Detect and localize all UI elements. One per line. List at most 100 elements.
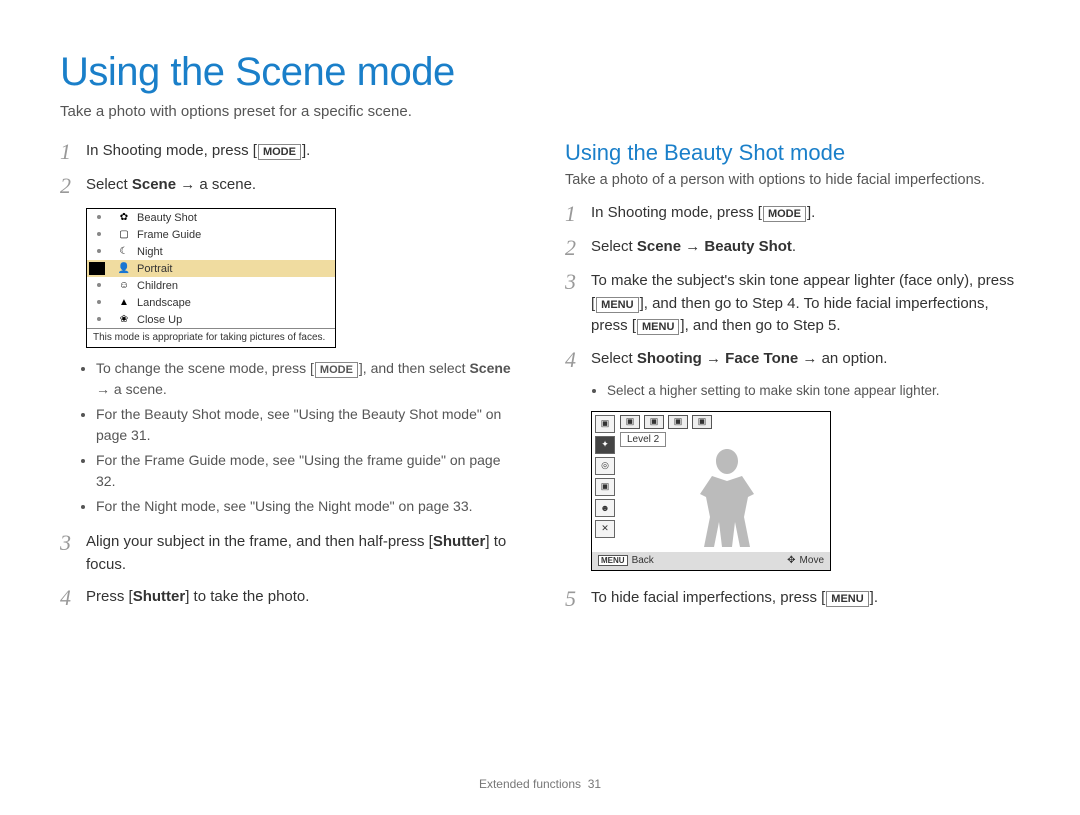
frame-guide-icon: ▢ — [117, 229, 131, 240]
text: . — [792, 238, 796, 255]
face-tone-level: Level 2 — [620, 432, 666, 447]
scene-item-landscape: ▲Landscape — [87, 294, 335, 311]
scene-item-beauty-shot: ✿ Beauty Shot — [87, 209, 335, 226]
portrait-icon: 👤 — [117, 263, 131, 274]
side-icon: ✕ — [595, 520, 615, 538]
footer-label: Extended functions — [479, 777, 581, 791]
text: ], and then select — [359, 360, 470, 376]
text: → a scene. — [176, 176, 256, 193]
scene-bold: Scene — [132, 176, 176, 193]
text: Select — [86, 176, 132, 193]
children-icon: ☺ — [117, 280, 131, 291]
left-step-1: 1 In Shooting mode, press [MODE]. — [60, 140, 515, 164]
text: Align your subject in the frame, and the… — [86, 533, 433, 550]
page-footer: Extended functions 31 — [0, 777, 1080, 791]
tab-icon: ▣ — [692, 415, 712, 429]
scene-beauty-bold: Scene → Beauty Shot — [637, 238, 792, 255]
left-step-3: 3 Align your subject in the frame, and t… — [60, 531, 515, 576]
scene-item-portrait-selected: 👤 Portrait — [87, 260, 335, 277]
text: ]. — [807, 204, 815, 221]
facetone-topbar: ▣ ▣ ▣ ▣ — [620, 415, 712, 429]
close-up-icon: ❀ — [117, 314, 131, 325]
step-number: 1 — [60, 140, 86, 164]
text: To hide facial imperfections, press [ — [591, 589, 825, 606]
beauty-shot-section-title: Using the Beauty Shot mode — [565, 140, 1020, 166]
text: Select — [591, 238, 637, 255]
person-silhouette — [682, 444, 772, 554]
label: Night — [137, 246, 163, 258]
step-number: 4 — [565, 348, 591, 372]
right-step-3: 3 To make the subject's skin tone appear… — [565, 270, 1020, 338]
label: Close Up — [137, 314, 182, 326]
shooting-face-tone-bold: Shooting → Face Tone — [637, 350, 798, 367]
move-label: Move — [800, 555, 824, 566]
left-step-4: 4 Press [Shutter] to take the photo. — [60, 586, 515, 610]
text: To change the scene mode, press [ — [96, 360, 314, 376]
text: Press [ — [86, 588, 133, 605]
beauty-shot-icon: ✿ — [117, 212, 131, 223]
scene-item-frame-guide: ▢ Frame Guide — [87, 226, 335, 243]
beauty-shot-section-sub: Take a photo of a person with options to… — [565, 172, 1020, 188]
right-step-4: 4 Select Shooting → Face Tone → an optio… — [565, 348, 1020, 372]
label: Portrait — [137, 263, 172, 275]
shutter-bold: Shutter — [133, 588, 186, 605]
text: → a scene. — [96, 381, 167, 397]
side-icon: ▣ — [595, 478, 615, 496]
night-icon: ☾ — [117, 246, 131, 257]
mode-button-label: MODE — [258, 144, 301, 160]
text: Select — [591, 350, 637, 367]
mode-button-label: MODE — [763, 206, 806, 222]
side-icon: ◎ — [595, 457, 615, 475]
menu-key: MENU — [598, 555, 628, 566]
text: ] to take the photo. — [185, 588, 309, 605]
scene-item-night: ☾ Night — [87, 243, 335, 260]
side-icon: ▣ — [595, 415, 615, 433]
scene-bold: Scene — [469, 360, 510, 376]
bullet-night-ref: For the Night mode, see "Using the Night… — [96, 496, 515, 517]
text: In Shooting mode, press [ — [591, 204, 762, 221]
left-column: 1 In Shooting mode, press [MODE]. 2 Sele… — [60, 140, 515, 621]
scene-item-close-up: ❀ Close Up — [87, 311, 335, 328]
page-title: Using the Scene mode — [60, 50, 1020, 95]
step-number: 2 — [60, 174, 86, 198]
move-icon: ✥ — [787, 555, 795, 566]
label: Children — [137, 280, 178, 292]
text: In Shooting mode, press [ — [86, 142, 257, 159]
page-subtitle: Take a photo with options preset for a s… — [60, 103, 1020, 120]
step-number: 1 — [565, 202, 591, 226]
footer-page: 31 — [588, 777, 601, 791]
text: ]. — [302, 142, 310, 159]
facetone-sidebar: ▣ ✦ ◎ ▣ ☻ ✕ — [595, 415, 615, 538]
tab-icon: ▣ — [668, 415, 688, 429]
right-step-1: 1 In Shooting mode, press [MODE]. — [565, 202, 1020, 226]
scene-item-children: ☺ Children — [87, 277, 335, 294]
left-step-2: 2 Select Scene → a scene. — [60, 174, 515, 198]
step-number: 5 — [565, 587, 591, 611]
text: ]. — [870, 589, 878, 606]
right-column: Using the Beauty Shot mode Take a photo … — [565, 140, 1020, 621]
right-step-2: 2 Select Scene → Beauty Shot. — [565, 236, 1020, 260]
label: Frame Guide — [137, 229, 201, 241]
step-number: 2 — [565, 236, 591, 260]
step-number: 4 — [60, 586, 86, 610]
face-tone-screenshot: ▣ ▣ ▣ ▣ ▣ ✦ ◎ ▣ ☻ ✕ Level 2 MENU Back ✥ Mo… — [591, 411, 831, 571]
mode-button-label: MODE — [315, 362, 358, 378]
landscape-icon: ▲ — [117, 297, 131, 308]
back-label: Back — [632, 555, 654, 566]
label: Beauty Shot — [137, 212, 197, 224]
side-icon: ☻ — [595, 499, 615, 517]
side-icon-selected: ✦ — [595, 436, 615, 454]
left-bullets: To change the scene mode, press [MODE], … — [60, 358, 515, 517]
scene-menu-screenshot: ✿ Beauty Shot ▢ Frame Guide ☾ Night 👤 Portra… — [86, 208, 336, 348]
scene-description: This mode is appropriate for taking pict… — [87, 328, 335, 347]
shutter-bold: Shutter — [433, 533, 486, 550]
step-number: 3 — [60, 531, 86, 576]
sub-bullet: Select a higher setting to make skin ton… — [607, 382, 1020, 401]
step-number: 3 — [565, 270, 591, 338]
menu-button-label: MENU — [826, 591, 868, 607]
bullet-frame-guide-ref: For the Frame Guide mode, see "Using the… — [96, 450, 515, 492]
bullet-change-scene: To change the scene mode, press [MODE], … — [96, 358, 515, 400]
step4-sub-bullet: Select a higher setting to make skin ton… — [565, 382, 1020, 401]
right-step-5: 5 To hide facial imperfections, press [M… — [565, 587, 1020, 611]
text: ], and then go to Step 5. — [680, 317, 840, 334]
